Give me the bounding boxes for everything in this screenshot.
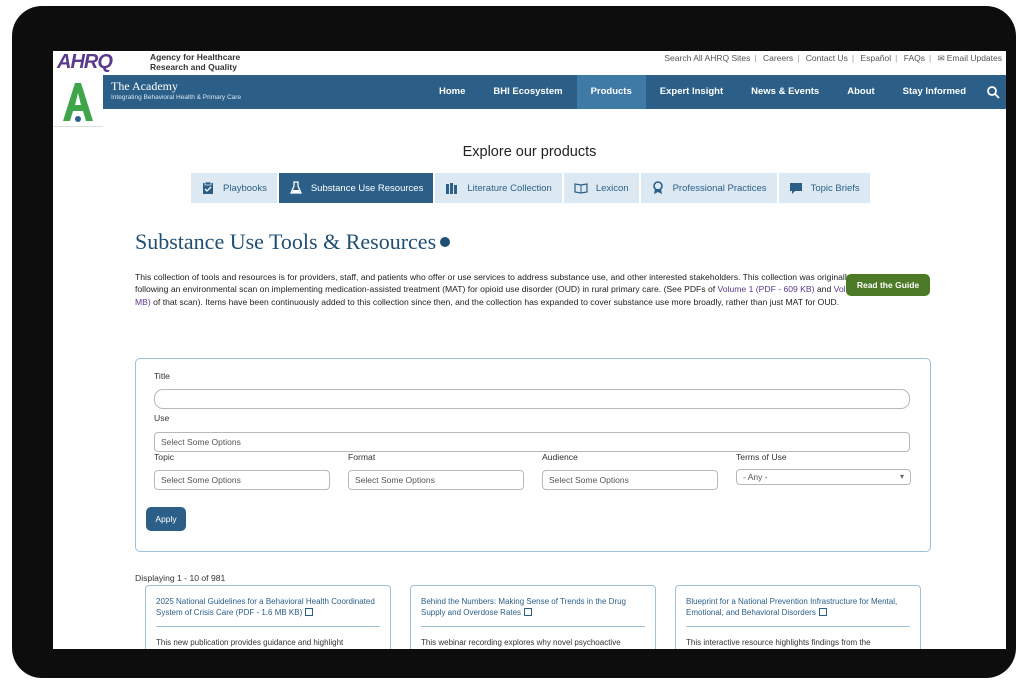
nav-bhi-ecosystem[interactable]: BHI Ecosystem xyxy=(479,75,576,109)
tab-label: Topic Briefs xyxy=(810,182,860,194)
brand-title[interactable]: The Academy xyxy=(111,79,178,94)
tab-topic-briefs[interactable]: Topic Briefs xyxy=(778,173,870,203)
topic-label: Topic xyxy=(154,452,175,462)
description-and: and xyxy=(814,284,834,295)
tab-professional-practices[interactable]: Professional Practices xyxy=(640,173,777,203)
audience-label: Audience xyxy=(542,452,578,462)
flask-icon xyxy=(289,181,302,194)
util-link-espanol[interactable]: Español xyxy=(856,53,895,63)
filter-panel: Title Use Select Some Options Topic Sele… xyxy=(135,358,931,552)
result-card: Behind the Numbers: Making Sense of Tren… xyxy=(410,585,656,649)
nav-about[interactable]: About xyxy=(833,75,888,109)
result-card: Blueprint for a National Prevention Infr… xyxy=(675,585,921,649)
result-card-title[interactable]: 2025 National Guidelines for a Behaviora… xyxy=(156,596,382,618)
format-label: Format xyxy=(348,452,376,462)
util-link-email-updates[interactable]: ✉ Email Updates xyxy=(934,53,1006,63)
card-title-text: Blueprint for a National Prevention Infr… xyxy=(686,597,898,617)
collection-description: This collection of tools and resources i… xyxy=(135,271,925,308)
external-link-icon xyxy=(818,608,827,616)
title-label: Title xyxy=(154,371,170,381)
utility-bar: AHRQ Agency for Healthcare Research and … xyxy=(53,51,1006,74)
ahrq-logo[interactable]: AHRQ xyxy=(57,51,113,74)
browser-screen: AHRQ Agency for Healthcare Research and … xyxy=(53,51,1006,649)
search-icon[interactable] xyxy=(986,85,1000,99)
read-the-guide-button[interactable]: Read the Guide xyxy=(846,274,930,296)
result-card-title[interactable]: Blueprint for a National Prevention Infr… xyxy=(686,596,912,618)
result-card-title[interactable]: Behind the Numbers: Making Sense of Tren… xyxy=(421,596,647,618)
card-divider xyxy=(421,626,645,627)
award-icon xyxy=(652,181,663,194)
academy-logo[interactable] xyxy=(53,75,103,127)
nav-stay-informed[interactable]: Stay Informed xyxy=(889,75,980,109)
result-card-body: This new publication provides guidance a… xyxy=(156,638,344,647)
title-input[interactable] xyxy=(154,389,910,409)
result-card: 2025 National Guidelines for a Behaviora… xyxy=(145,585,391,649)
page-title-text: Substance Use Tools & Resources xyxy=(135,229,437,254)
tab-label: Literature Collection xyxy=(467,182,552,194)
apply-button[interactable]: Apply xyxy=(146,507,186,531)
result-card-body: This interactive resource highlights fin… xyxy=(686,638,871,647)
agency-name: Agency for Healthcare Research and Quali… xyxy=(150,52,240,72)
tab-playbooks[interactable]: Playbooks xyxy=(191,173,277,203)
terms-of-use-value: - Any - xyxy=(743,472,768,482)
tab-label: Substance Use Resources xyxy=(310,182,424,194)
email-updates-label: Email Updates xyxy=(946,53,1002,63)
brand-subtitle: Integrating Behavioral Health & Primary … xyxy=(111,94,242,101)
tab-literature-collection[interactable]: Literature Collection xyxy=(435,173,562,203)
external-link-icon xyxy=(524,608,533,616)
chat-icon xyxy=(789,183,802,194)
explore-title: Explore our products xyxy=(462,144,597,160)
terms-of-use-label: Terms of Use xyxy=(736,452,787,462)
util-link-search[interactable]: Search All AHRQ Sites xyxy=(660,53,754,63)
util-link-contact[interactable]: Contact Us xyxy=(802,53,852,63)
tab-label: Lexicon xyxy=(595,182,629,194)
academy-a-icon xyxy=(63,83,93,122)
page-title: Substance Use Tools & Resources xyxy=(135,229,451,255)
card-title-text: 2025 National Guidelines for a Behaviora… xyxy=(156,597,375,617)
use-label: Use xyxy=(154,413,170,423)
card-divider xyxy=(686,626,910,627)
terms-of-use-select[interactable]: - Any - xyxy=(736,469,911,485)
nav-products[interactable]: Products xyxy=(576,75,646,109)
envelope-icon: ✉ xyxy=(937,53,945,63)
device-frame: AHRQ Agency for Healthcare Research and … xyxy=(12,6,1016,678)
books-icon xyxy=(446,183,458,194)
external-link-icon xyxy=(305,608,314,616)
clipboard-icon xyxy=(203,181,213,194)
main-nav: The Academy Integrating Behavioral Healt… xyxy=(53,75,1006,109)
utility-links: Search All AHRQ Sites | Careers | Contact … xyxy=(660,53,1006,64)
nav-home[interactable]: Home xyxy=(425,75,479,109)
description-text-2: of that scan). Items have been continuou… xyxy=(150,296,840,307)
format-select[interactable]: Select Some Options xyxy=(348,470,524,490)
results-count: Displaying 1 - 10 of 981 xyxy=(135,573,226,583)
tab-lexicon[interactable]: Lexicon xyxy=(563,173,639,203)
agency-line-2: Research and Quality xyxy=(150,62,237,72)
volume-1-link[interactable]: Volume 1 (PDF - 609 KB) xyxy=(718,284,815,294)
product-tabs: Playbooks Substance Use Resources Litera… xyxy=(191,173,870,203)
tab-label: Professional Practices xyxy=(672,182,767,194)
open-book-icon xyxy=(574,183,588,194)
agency-line-1: Agency for Healthcare xyxy=(150,52,241,62)
info-icon[interactable] xyxy=(440,236,451,247)
audience-select[interactable]: Select Some Options xyxy=(542,470,718,490)
card-divider xyxy=(156,626,380,627)
tab-substance-use-resources[interactable]: Substance Use Resources xyxy=(278,173,434,203)
result-card-body: This webinar recording explores why nove… xyxy=(421,638,621,647)
topic-select[interactable]: Select Some Options xyxy=(154,470,330,490)
tab-label: Playbooks xyxy=(223,182,267,194)
nav-items: Home BHI Ecosystem Products Expert Insig… xyxy=(425,75,980,109)
util-link-careers[interactable]: Careers xyxy=(759,53,797,63)
nav-expert-insight[interactable]: Expert Insight xyxy=(646,75,737,109)
nav-news-events[interactable]: News & Events xyxy=(737,75,833,109)
use-select[interactable]: Select Some Options xyxy=(154,432,910,452)
util-link-faqs[interactable]: FAQs xyxy=(900,53,929,63)
